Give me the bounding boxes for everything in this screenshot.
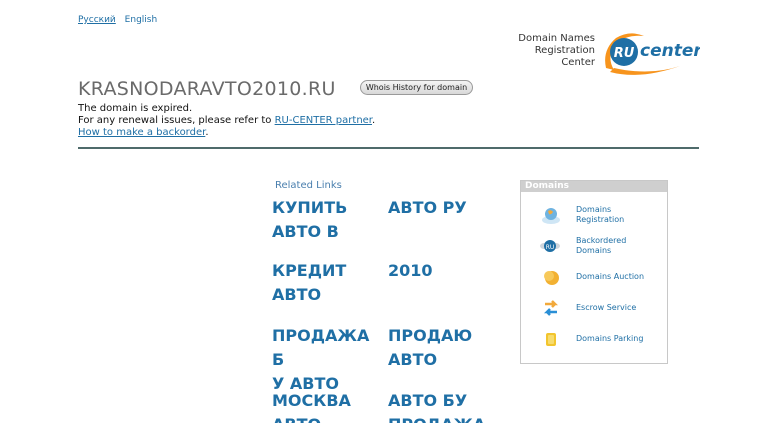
related-link-line: ПРОДАЮ: [388, 326, 473, 345]
domains-auction-label: Domains Auction: [576, 272, 645, 281]
globe-icon: [542, 208, 560, 224]
domains-parking-item[interactable]: Domains Parking: [521, 325, 667, 353]
exchange-arrows-icon: [543, 300, 559, 316]
expired-message: The domain is expired.: [78, 103, 193, 114]
related-link-line: ПРОДАЖА Б: [272, 326, 370, 369]
language-switcher: Русский English: [78, 15, 157, 25]
related-link[interactable]: АВТО РУ: [388, 196, 498, 220]
related-link-line: АВТО БУ: [388, 391, 468, 410]
related-link-line: КУПИТЬ: [272, 198, 348, 217]
related-link-line: АВТО: [272, 413, 382, 423]
svg-text:RU: RU: [546, 244, 555, 251]
backordered-domains-item[interactable]: RU Backordered Domains: [521, 232, 667, 260]
related-link[interactable]: КРЕДИТ АВТО: [272, 259, 382, 307]
related-link-line: КРЕДИТ: [272, 261, 347, 280]
related-link[interactable]: ПРОДАЮ АВТО: [388, 324, 498, 372]
related-link[interactable]: КУПИТЬ АВТО В: [272, 196, 382, 244]
related-link-line: АВТО: [388, 350, 438, 369]
ru-wings-icon: RU: [540, 240, 560, 252]
registrar-caption: Domain Names Registration Center: [500, 33, 595, 69]
domains-auction-item[interactable]: Domains Auction: [521, 263, 667, 291]
related-link[interactable]: 2010: [388, 259, 498, 283]
language-english-label: English: [124, 15, 158, 25]
domains-panel: Domains Domains Registration RU Backorder…: [520, 180, 668, 364]
logo-ru-text: RU: [614, 46, 635, 61]
coins-icon: [544, 271, 559, 285]
domains-registration-item[interactable]: Domains Registration: [521, 201, 667, 229]
backorder-line: How to make a backorder.: [78, 127, 375, 139]
backorder-link[interactable]: How to make a backorder: [78, 127, 205, 138]
related-link[interactable]: МОСКВА АВТО: [272, 389, 382, 423]
related-link-line: ПРОДАЖА: [388, 413, 498, 423]
renewal-prefix: For any renewal issues, please refer to: [78, 115, 275, 126]
related-link[interactable]: ПРОДАЖА БУ АВТО: [272, 324, 382, 396]
related-link-line: АВТО РУ: [388, 198, 467, 217]
related-link-line: 2010: [388, 261, 433, 280]
domains-parking-label: Domains Parking: [576, 334, 644, 343]
escrow-service-label: Escrow Service: [576, 303, 637, 312]
registrar-line-3: Center: [561, 57, 595, 68]
renewal-suffix: .: [372, 115, 376, 126]
ru-center-partner-link[interactable]: RU-CENTER partner: [275, 115, 372, 126]
domain-title: KRASNODARAVTO2010.RU: [78, 78, 336, 100]
header-divider: [78, 147, 699, 149]
logo-center-text: center: [640, 41, 700, 61]
domains-panel-title: Domains: [521, 181, 667, 192]
related-link-line: АВТО В: [272, 222, 339, 241]
domains-registration-label: Domains Registration: [576, 205, 625, 224]
related-links-title: Related Links: [275, 180, 342, 191]
renewal-line: For any renewal issues, please refer to …: [78, 115, 375, 127]
registrar-line-2: Registration: [534, 45, 595, 56]
whois-history-button[interactable]: Whois History for domain: [360, 80, 473, 95]
escrow-service-item[interactable]: Escrow Service: [521, 294, 667, 322]
related-link-line: МОСКВА: [272, 391, 351, 410]
related-link-line: АВТО: [272, 285, 322, 304]
domain-status-info: The domain is expired. For any renewal i…: [78, 103, 375, 139]
backorder-suffix: .: [205, 127, 209, 138]
parking-coin-icon: [546, 333, 556, 346]
related-link[interactable]: АВТО БУ ПРОДАЖА: [388, 389, 498, 423]
backordered-domains-label: Backordered Domains: [576, 236, 627, 255]
ru-center-logo[interactable]: RU center: [600, 30, 700, 76]
language-russian-link[interactable]: Русский: [78, 15, 116, 25]
registrar-line-1: Domain Names: [518, 33, 595, 44]
